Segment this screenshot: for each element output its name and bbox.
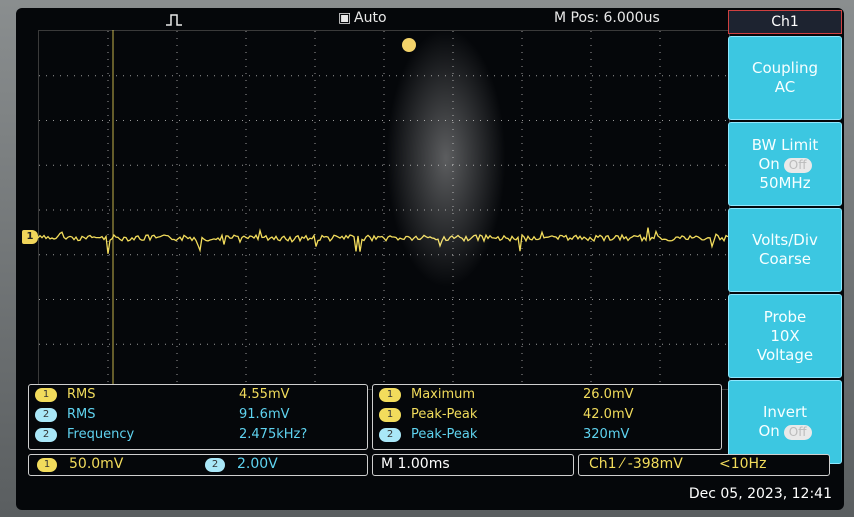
status-bar: ▣ Auto M Pos: 6.000us — [16, 8, 728, 30]
invert-button[interactable]: Invert On Off — [728, 380, 842, 464]
meas-row: 1 Peak-Peak 42.0mV — [373, 405, 721, 425]
meas-row: 2 Frequency 2.475kHz? — [29, 425, 367, 445]
meas-name: Peak-Peak — [411, 407, 478, 422]
scope-screen: ▣ Auto M Pos: 6.000us 1 Ch1 Coupling AC … — [16, 8, 844, 510]
bw-limit-label: BW Limit — [751, 135, 819, 154]
trigger-frequency: <10Hz — [719, 456, 767, 472]
meas-row: 2 RMS 91.6mV — [29, 405, 367, 425]
bw-limit-button[interactable]: BW Limit On Off 50MHz — [728, 122, 842, 206]
coupling-value: AC — [774, 78, 796, 96]
volts-div-value: Coarse — [758, 250, 812, 268]
measurements-right: 1 Maximum 26.0mV 1 Peak-Peak 42.0mV 2 Pe… — [372, 384, 722, 450]
vertical-scale-bar: 1 50.0mV 2 2.00V — [28, 454, 368, 476]
bw-limit-off: Off — [783, 157, 812, 173]
ch2-scale: 2.00V — [237, 456, 278, 472]
meas-name: Peak-Peak — [411, 427, 478, 442]
volts-div-label: Volts/Div — [752, 231, 818, 249]
channel-badge: 2 — [35, 408, 57, 422]
invert-on: On — [758, 422, 780, 440]
meas-row: 1 RMS 4.55mV — [29, 385, 367, 405]
channel-menu: Ch1 Coupling AC BW Limit On Off 50MHz Vol… — [728, 10, 842, 464]
meas-value: 2.475kHz? — [239, 427, 308, 442]
channel-badge: 1 — [379, 408, 401, 422]
meas-name: Frequency — [67, 427, 135, 442]
volts-div-button[interactable]: Volts/Div Coarse — [728, 208, 842, 292]
trigger-level: Ch1 ⁄ -398mV — [589, 456, 683, 472]
bw-limit-on: On — [758, 154, 780, 173]
probe-value: 10X — [770, 326, 800, 345]
coupling-button[interactable]: Coupling AC — [728, 36, 842, 120]
trigger-bar: Ch1 ⁄ -398mV <10Hz — [578, 454, 830, 476]
timebase: M 1.00ms — [381, 456, 450, 472]
meas-name: RMS — [67, 407, 96, 422]
trigger-edge-icon — [166, 14, 182, 26]
date-time: Dec 05, 2023, 12:41 — [688, 486, 832, 502]
probe-type: Voltage — [756, 345, 814, 364]
meas-name: RMS — [67, 387, 96, 402]
invert-label: Invert — [762, 403, 808, 421]
meas-name: Maximum — [411, 387, 476, 402]
meas-row: 2 Peak-Peak 320mV — [373, 425, 721, 445]
meas-value: 26.0mV — [583, 387, 634, 402]
timebase-bar: M 1.00ms — [372, 454, 574, 476]
meas-row: 1 Maximum 26.0mV — [373, 385, 721, 405]
invert-off: Off — [783, 425, 812, 440]
trigger-mode: Auto — [354, 10, 387, 26]
horizontal-position: M Pos: 6.000us — [554, 10, 660, 26]
meas-value: 4.55mV — [239, 387, 290, 402]
ch2-badge: 2 — [205, 458, 225, 472]
ch1-ground-marker[interactable]: 1 — [22, 230, 38, 244]
meas-value: 42.0mV — [583, 407, 634, 422]
channel-badge: 2 — [379, 428, 401, 442]
meas-value: 91.6mV — [239, 407, 290, 422]
trigger-position-marker[interactable] — [402, 38, 416, 52]
ch1-badge: 1 — [37, 458, 57, 472]
bw-limit-value: 50MHz — [759, 173, 811, 192]
menu-title: Ch1 — [728, 10, 842, 34]
coupling-label: Coupling — [751, 59, 819, 77]
channel-badge: 2 — [35, 428, 57, 442]
channel-badge: 1 — [35, 388, 57, 402]
ch1-scale: 50.0mV — [69, 456, 124, 472]
meas-value: 320mV — [583, 427, 630, 442]
ch1-waveform — [38, 30, 728, 388]
probe-button[interactable]: Probe 10X Voltage — [728, 294, 842, 378]
measurements-left: 1 RMS 4.55mV 2 RMS 91.6mV 2 Frequency 2.… — [28, 384, 368, 450]
probe-label: Probe — [763, 307, 807, 326]
channel-badge: 1 — [379, 388, 401, 402]
trigger-state-icon: ▣ — [338, 10, 352, 26]
